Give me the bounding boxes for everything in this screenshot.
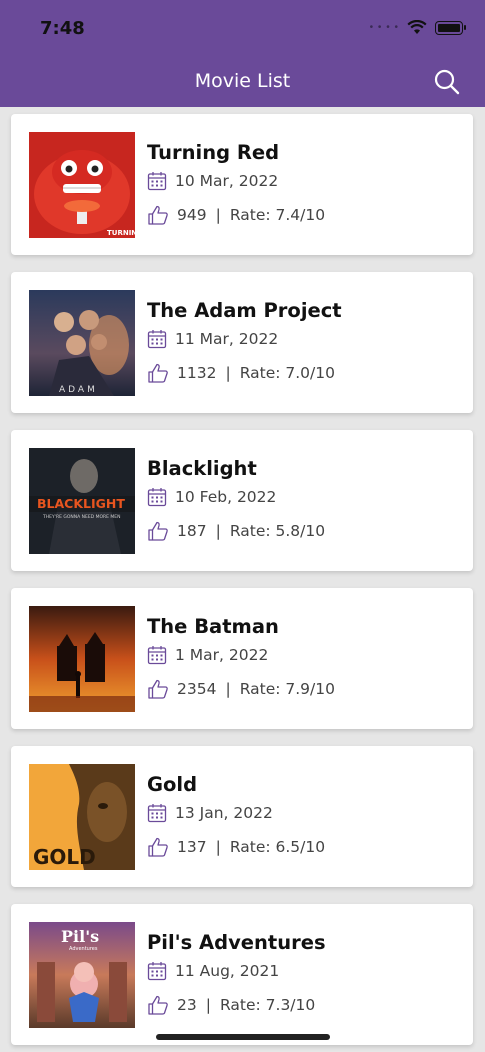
stats-row: 187 | Rate: 5.8/10 xyxy=(147,520,325,542)
battery-icon xyxy=(435,20,466,35)
movie-card[interactable]: ADAM The Adam Project 11 Mar, 2022 1132 … xyxy=(11,272,473,413)
thumbs-up-icon xyxy=(148,995,168,1015)
like-count: 1132 xyxy=(177,364,217,382)
cellular-signal-icon: • • • • xyxy=(369,22,399,33)
svg-text:BLACKLIGHT: BLACKLIGHT xyxy=(37,496,125,511)
release-date-row: 10 Feb, 2022 xyxy=(147,487,276,507)
movie-list: TURNING Turning Red 10 Mar, 2022 949 | R… xyxy=(11,114,473,1052)
calendar-icon xyxy=(147,488,167,507)
release-date-row: 13 Jan, 2022 xyxy=(147,803,273,823)
calendar-icon xyxy=(147,646,167,665)
like-count: 949 xyxy=(177,206,207,224)
home-indicator[interactable] xyxy=(156,1034,330,1040)
separator: | xyxy=(215,522,221,540)
release-date: 11 Aug, 2021 xyxy=(175,962,280,980)
thumbs-up-icon xyxy=(148,679,168,699)
movie-card[interactable]: BLACKLIGHT THEY'RE GONNA NEED MORE MEN B… xyxy=(11,430,473,571)
release-date: 1 Mar, 2022 xyxy=(175,646,269,664)
separator: | xyxy=(215,838,221,856)
stats-row: 137 | Rate: 6.5/10 xyxy=(147,836,325,858)
movie-title: The Adam Project xyxy=(147,299,342,322)
separator: | xyxy=(205,996,211,1014)
svg-text:Adventures: Adventures xyxy=(69,946,98,952)
stats-row: 23 | Rate: 7.3/10 xyxy=(147,994,315,1016)
release-date: 10 Mar, 2022 xyxy=(175,172,279,190)
movie-poster xyxy=(29,606,135,712)
thumbs-up-icon xyxy=(148,205,168,225)
separator: | xyxy=(225,680,231,698)
svg-text:GOLD: GOLD xyxy=(33,845,96,869)
like-count: 23 xyxy=(177,996,197,1014)
thumbs-up-icon xyxy=(148,363,168,383)
calendar-icon xyxy=(147,172,167,191)
like-count: 2354 xyxy=(177,680,217,698)
svg-text:THEY'RE GONNA NEED MORE MEN: THEY'RE GONNA NEED MORE MEN xyxy=(42,514,121,520)
thumbs-up-icon xyxy=(148,521,168,541)
like-count: 137 xyxy=(177,838,207,856)
svg-text:Pil's: Pil's xyxy=(61,927,99,946)
movie-title: Gold xyxy=(147,773,198,796)
rating: Rate: 5.8/10 xyxy=(229,522,326,540)
like-count: 187 xyxy=(177,522,207,540)
movie-poster: TURNING xyxy=(29,132,135,238)
rating: Rate: 7.9/10 xyxy=(239,680,335,698)
search-icon xyxy=(434,69,460,95)
movie-poster: BLACKLIGHT THEY'RE GONNA NEED MORE MEN xyxy=(29,448,135,554)
movie-poster: GOLD xyxy=(29,764,135,870)
release-date: 11 Mar, 2022 xyxy=(175,330,279,348)
rating: Rate: 7.3/10 xyxy=(219,996,316,1014)
release-date-row: 1 Mar, 2022 xyxy=(147,645,268,665)
stats-row: 1132 | Rate: 7.0/10 xyxy=(147,362,335,384)
movie-poster: Pil's Adventures xyxy=(29,922,135,1028)
movie-card[interactable]: Pil's Adventures Pil's Adventures 11 Aug… xyxy=(11,904,473,1045)
thumbs-up-icon xyxy=(148,837,168,857)
status-indicators: • • • • xyxy=(369,20,466,35)
movie-card[interactable]: The Batman 1 Mar, 2022 2354 | Rate: 7.9/… xyxy=(11,588,473,729)
movie-title: Blacklight xyxy=(147,457,257,480)
movie-card[interactable]: GOLD Gold 13 Jan, 2022 137 | Rate: 6.5/1… xyxy=(11,746,473,887)
movie-title: The Batman xyxy=(147,615,279,638)
calendar-icon xyxy=(147,962,167,981)
nav-bar: 7:48 • • • • Movie List xyxy=(0,0,485,107)
movie-title: Turning Red xyxy=(147,141,280,164)
calendar-icon xyxy=(147,804,167,823)
stats-row: 949 | Rate: 7.4/10 xyxy=(147,204,325,226)
release-date: 13 Jan, 2022 xyxy=(175,804,273,822)
wifi-icon xyxy=(407,20,427,34)
release-date-row: 11 Aug, 2021 xyxy=(147,961,279,981)
separator: | xyxy=(225,364,231,382)
movie-poster: ADAM xyxy=(29,290,135,396)
page-title: Movie List xyxy=(194,70,291,92)
release-date-row: 11 Mar, 2022 xyxy=(147,329,278,349)
stats-row: 2354 | Rate: 7.9/10 xyxy=(147,678,335,700)
movie-title: Pil's Adventures xyxy=(147,931,326,954)
release-date-row: 10 Mar, 2022 xyxy=(147,171,278,191)
rating: Rate: 7.4/10 xyxy=(229,206,326,224)
svg-text:ADAM: ADAM xyxy=(59,385,98,395)
svg-text:TURNING: TURNING xyxy=(107,229,135,237)
release-date: 10 Feb, 2022 xyxy=(175,488,277,506)
search-button[interactable] xyxy=(433,68,461,96)
movie-card[interactable]: TURNING Turning Red 10 Mar, 2022 949 | R… xyxy=(11,114,473,255)
calendar-icon xyxy=(147,330,167,349)
status-time: 7:48 xyxy=(40,18,85,39)
separator: | xyxy=(215,206,221,224)
rating: Rate: 6.5/10 xyxy=(229,838,326,856)
rating: Rate: 7.0/10 xyxy=(239,364,335,382)
